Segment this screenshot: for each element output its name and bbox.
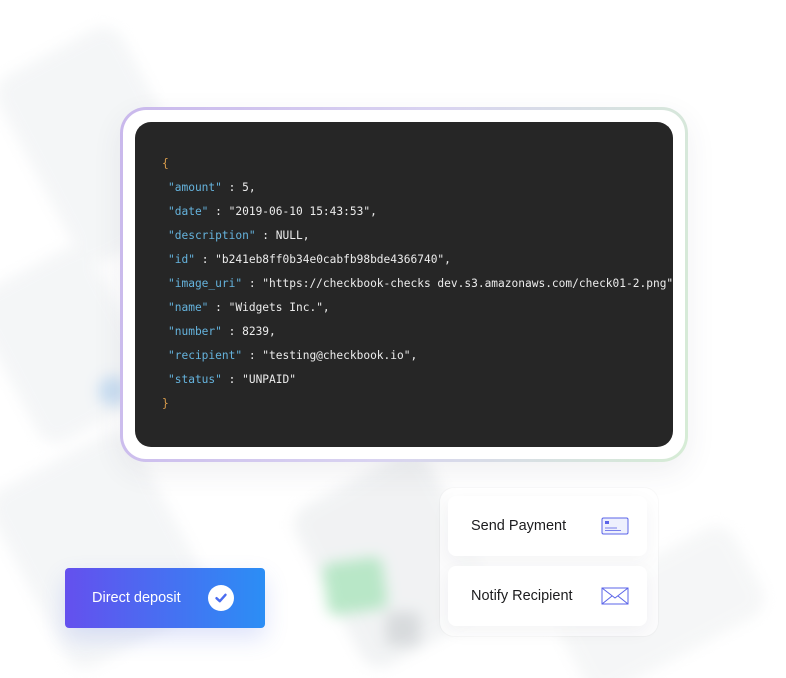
- json-key: "image_uri": [168, 277, 243, 290]
- json-code-frame: { "amount" : 5, "date" : "2019-06-10 15:…: [120, 107, 688, 462]
- json-code-block: { "amount" : 5, "date" : "2019-06-10 15:…: [135, 122, 673, 447]
- json-line-recipient: "recipient" : "testing@checkbook.io",: [162, 349, 673, 373]
- json-line-number: "number" : 8239,: [162, 325, 673, 349]
- json-line-amount: "amount" : 5,: [162, 181, 673, 205]
- json-value: : "UNPAID": [221, 373, 296, 386]
- json-value: : "2019-06-10 15:43:53",: [208, 205, 377, 218]
- json-value: : 5,: [221, 181, 256, 194]
- json-key: "status": [168, 373, 222, 386]
- credit-card-icon: [601, 516, 629, 536]
- json-close-brace: }: [162, 397, 169, 410]
- json-line-date: "date" : "2019-06-10 15:43:53",: [162, 205, 673, 229]
- json-key: "amount": [168, 181, 222, 194]
- json-line-status: "status" : "UNPAID": [162, 373, 673, 397]
- json-value: : NULL,: [255, 229, 310, 242]
- direct-deposit-button[interactable]: Direct deposit: [65, 568, 265, 628]
- json-value: : "Widgets Inc.",: [208, 301, 330, 314]
- json-key: "name": [168, 301, 209, 314]
- envelope-icon: [601, 586, 629, 606]
- notify-recipient-button[interactable]: Notify Recipient: [448, 566, 647, 626]
- json-open-brace: {: [162, 157, 169, 170]
- send-payment-label: Send Payment: [471, 518, 567, 534]
- direct-deposit-label: Direct deposit: [92, 590, 181, 606]
- send-payment-button[interactable]: Send Payment: [448, 496, 647, 556]
- json-line-id: "id" : "b241eb8ff0b34e0cabfb98bde4366740…: [162, 253, 673, 277]
- json-value: : "testing@checkbook.io",: [242, 349, 418, 362]
- json-key: "id": [168, 253, 195, 266]
- json-key: "number": [168, 325, 222, 338]
- json-key: "recipient": [168, 349, 243, 362]
- json-value: : "b241eb8ff0b34e0cabfb98bde4366740",: [194, 253, 451, 266]
- notify-recipient-label: Notify Recipient: [471, 588, 573, 604]
- json-line-name: "name" : "Widgets Inc.",: [162, 301, 673, 325]
- json-value: : 8239,: [221, 325, 276, 338]
- json-value: : "https://checkbook-checks dev.s3.amazo…: [242, 277, 673, 290]
- json-key: "date": [168, 205, 209, 218]
- json-line-image-uri: "image_uri" : "https://checkbook-checks …: [162, 277, 673, 301]
- json-line-description: "description" : NULL,: [162, 229, 673, 253]
- json-key: "description": [168, 229, 256, 242]
- checkmark-icon: [208, 585, 234, 611]
